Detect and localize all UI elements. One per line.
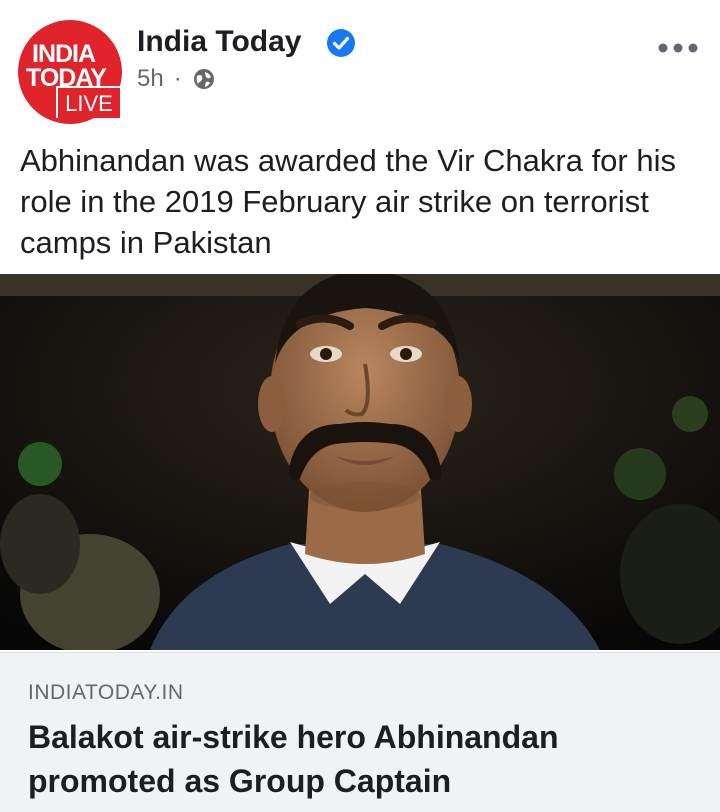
meta-separator: · [173, 65, 182, 92]
post-photo[interactable] [0, 274, 720, 650]
more-options-icon[interactable] [656, 38, 700, 58]
link-headline[interactable]: Balakot air-strike hero Abhinandan promo… [28, 715, 688, 803]
link-preview-card[interactable]: INDIATODAY.IN Balakot air-strike hero Ab… [0, 652, 720, 812]
post-message: Abhinandan was awarded the Vir Chakra fo… [20, 143, 676, 260]
post-meta: 5h · [137, 64, 216, 94]
live-badge: LIVE [56, 86, 120, 118]
post-timestamp[interactable]: 5h [137, 65, 164, 93]
page-name-link[interactable]: India Today [137, 24, 301, 60]
globe-icon [193, 69, 214, 89]
post-header: INDIA TODAY LIVE India Today 5h · [0, 0, 720, 130]
link-domain: INDIATODAY.IN [28, 681, 184, 704]
portrait-photo-illustration [0, 274, 720, 650]
verified-check-icon [327, 29, 355, 57]
